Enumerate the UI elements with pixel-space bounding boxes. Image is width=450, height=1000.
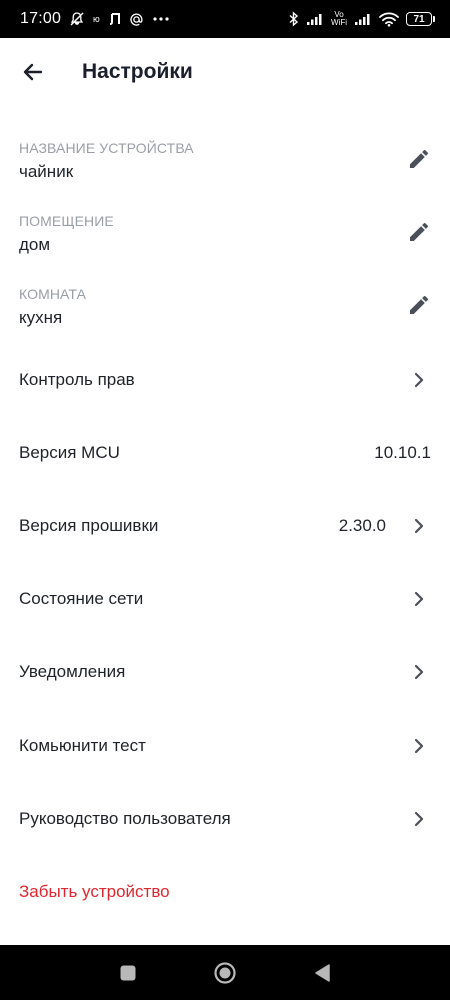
menu-item-label: Версия прошивки (19, 515, 159, 535)
square-icon (120, 965, 136, 980)
chevron-right-icon (408, 661, 430, 683)
circle-icon (214, 961, 236, 984)
menu-item-community-test[interactable]: Комьюнити тест (0, 709, 450, 782)
menu-item-user-guide[interactable]: Руководство пользователя (0, 782, 450, 855)
system-nav-bar (0, 945, 450, 1000)
menu-item-label: Контроль прав (19, 369, 135, 389)
bluetooth-icon (289, 11, 299, 27)
notification-icon: ю (93, 13, 101, 25)
settings-list: НАЗВАНИЕ УСТРОЙСТВА чайник ПОМЕЩЕНИЕ дом… (0, 124, 450, 929)
signal-icon-2 (354, 12, 372, 26)
triangle-back-icon (314, 963, 330, 982)
field-device-name: НАЗВАНИЕ УСТРОЙСТВА чайник (0, 124, 450, 197)
menu-item-label: Комьюнити тест (19, 735, 146, 755)
more-dots-icon (152, 16, 170, 22)
forget-device-label: Забыть устройство (19, 881, 170, 901)
home-button[interactable] (205, 953, 245, 993)
recents-button[interactable] (108, 953, 148, 993)
chevron-right-icon (408, 588, 430, 610)
app-header: Настройки (0, 38, 450, 106)
field-label: КОМНАТА (19, 286, 87, 302)
field-value: чайник (19, 162, 74, 181)
edit-device-name-button[interactable] (404, 144, 434, 174)
menu-item-firmware-version[interactable]: Версия прошивки 2.30.0 (0, 489, 450, 562)
menu-item-label: Версия MCU (19, 442, 120, 462)
field-location: ПОМЕЩЕНИЕ дом (0, 197, 450, 270)
pencil-icon (410, 222, 429, 241)
back-button[interactable] (10, 49, 56, 95)
app-icon (109, 12, 121, 26)
svg-text:ю: ю (93, 14, 100, 24)
menu-item-label: Состояние сети (19, 589, 144, 609)
field-label: НАЗВАНИЕ УСТРОЙСТВА (19, 140, 194, 156)
page-title: Настройки (82, 60, 193, 83)
pencil-icon (410, 149, 429, 168)
menu-item-network-status[interactable]: Состояние сети (0, 563, 450, 636)
arrow-left-icon (23, 63, 43, 81)
status-bar: 17:00 ю Vo WiFi 71 (0, 0, 450, 38)
volte-wifi-icon: Vo WiFi (331, 10, 347, 27)
back-nav-button[interactable] (302, 953, 342, 993)
firmware-version-value: 2.30.0 (338, 515, 386, 535)
bell-off-icon (69, 11, 85, 27)
field-value: кухня (19, 308, 63, 327)
menu-item-label: Уведомления (19, 662, 126, 682)
chevron-right-icon (408, 369, 430, 391)
forget-device-button[interactable]: Забыть устройство (0, 855, 450, 928)
chevron-right-icon (408, 735, 430, 757)
chevron-right-icon (408, 808, 430, 830)
edit-room-button[interactable] (404, 290, 434, 320)
mcu-version-value: 10.10.1 (374, 442, 431, 462)
chevron-right-icon (408, 515, 430, 537)
menu-item-notifications[interactable]: Уведомления (0, 636, 450, 709)
pencil-icon (410, 295, 429, 314)
edit-location-button[interactable] (404, 217, 434, 247)
wifi-icon (379, 12, 399, 27)
menu-item-mcu-version: Версия MCU 10.10.1 (0, 416, 450, 489)
menu-item-permissions[interactable]: Контроль прав (0, 343, 450, 416)
field-label: ПОМЕЩЕНИЕ (19, 213, 114, 229)
at-sign-icon (129, 12, 144, 27)
field-value: дом (19, 235, 51, 254)
signal-icon (306, 12, 324, 26)
menu-item-label: Руководство пользователя (19, 808, 231, 828)
field-room: КОМНАТА кухня (0, 270, 450, 343)
battery-icon: 71 (406, 12, 435, 26)
status-time: 17:00 (20, 10, 62, 27)
